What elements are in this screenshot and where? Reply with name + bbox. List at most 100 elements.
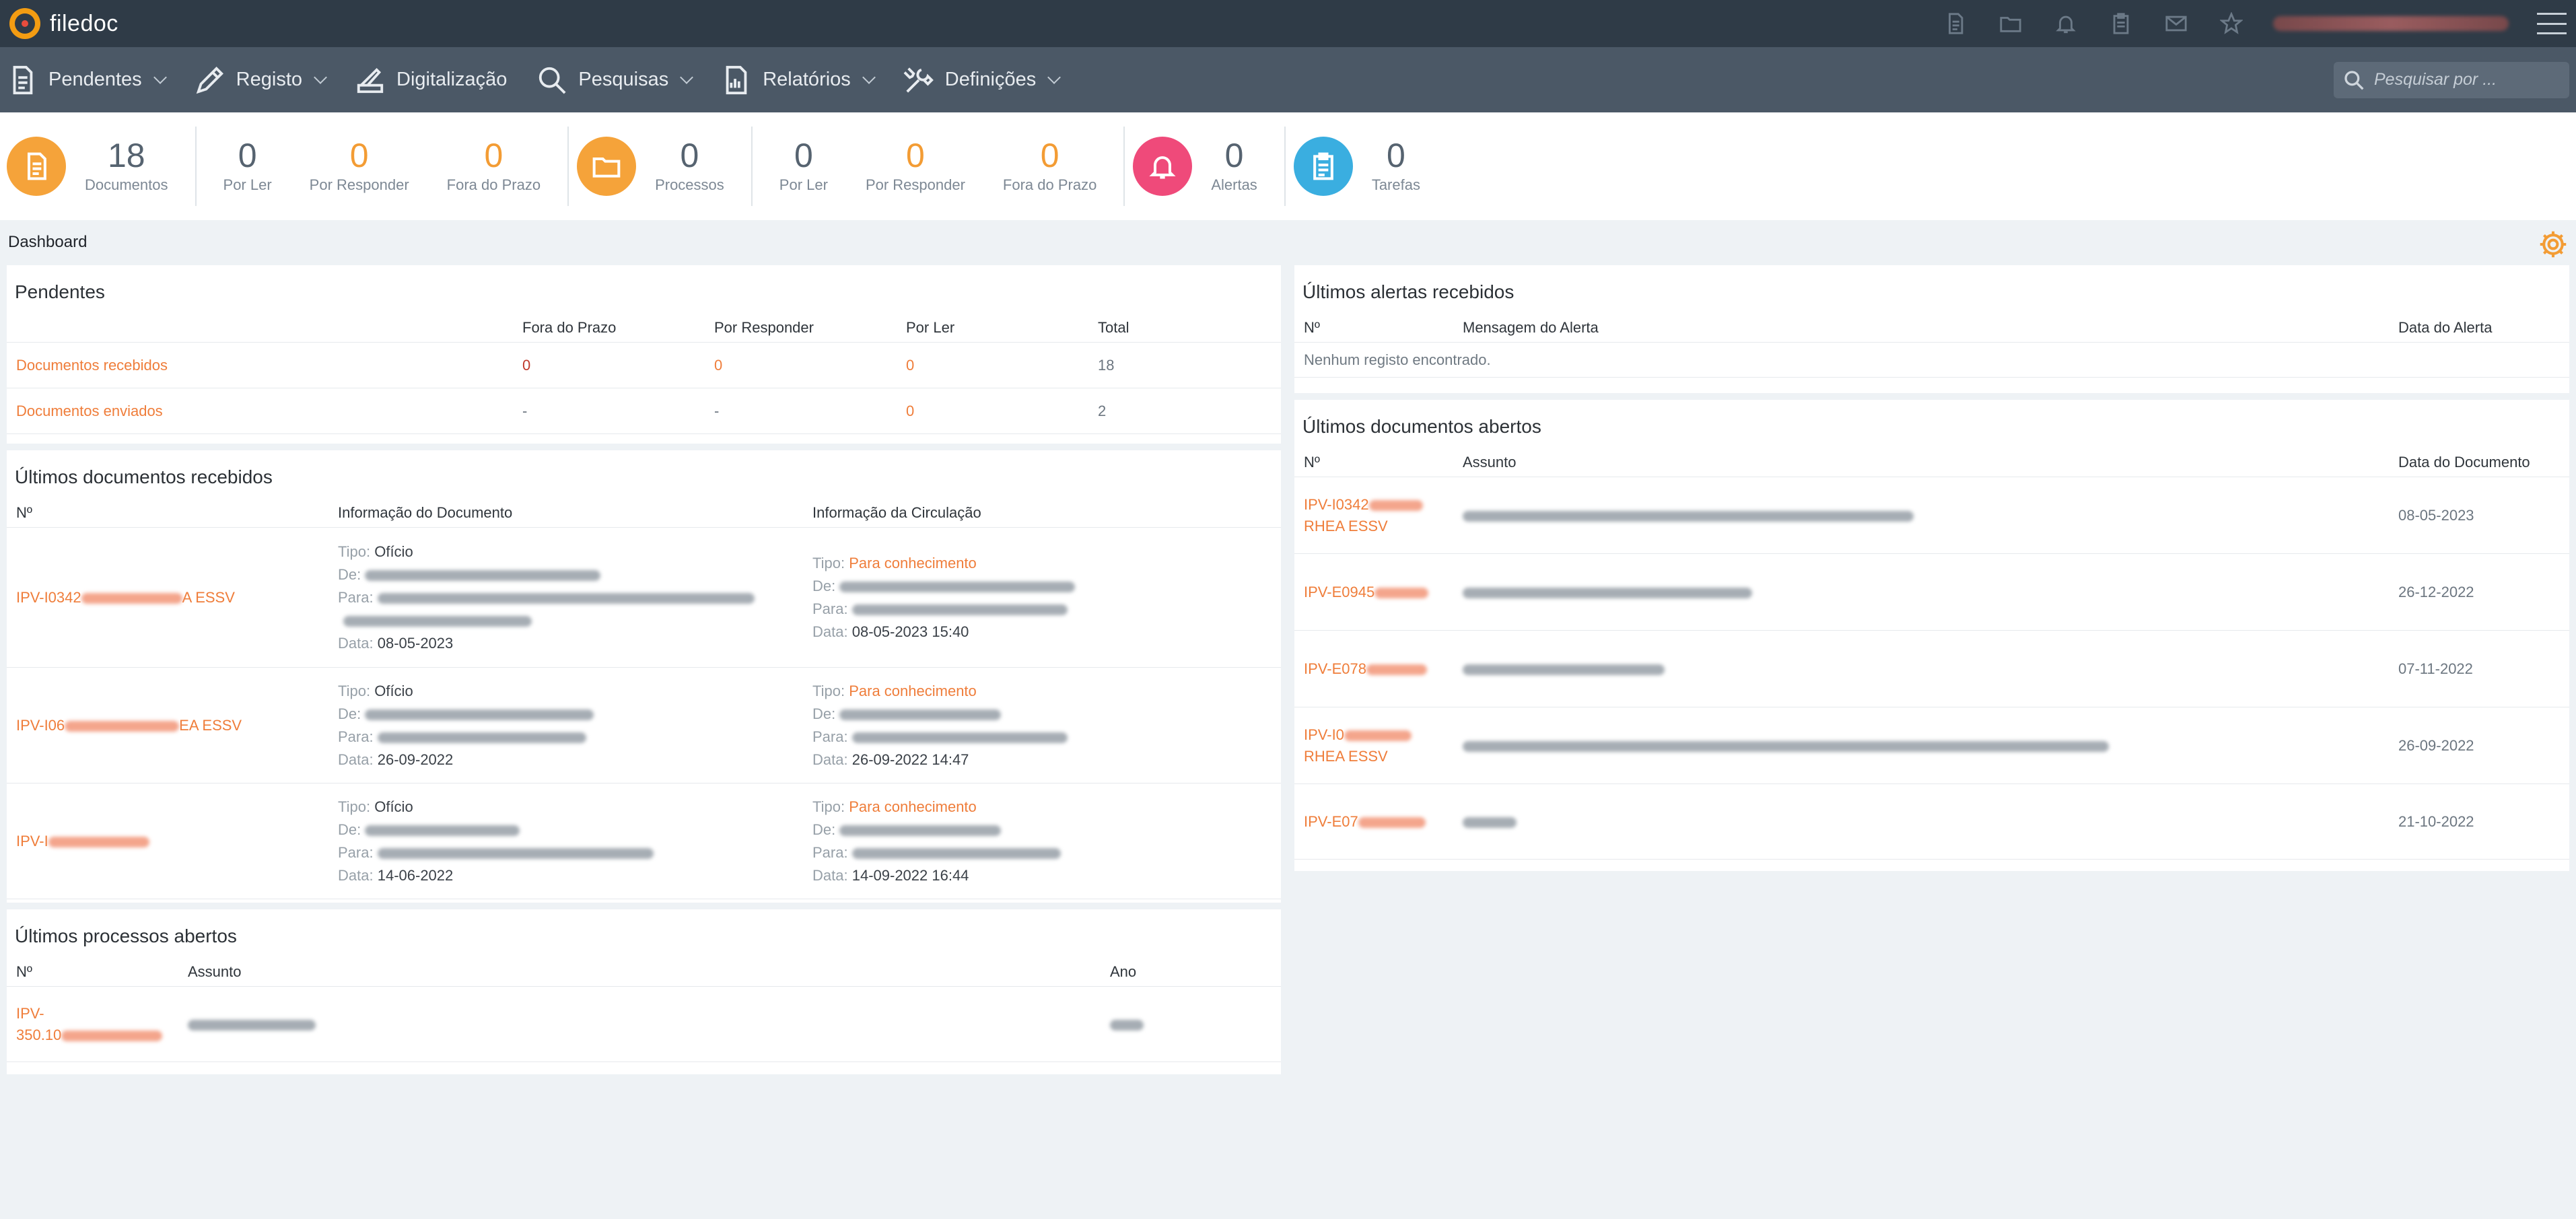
document-number-link[interactable]: IPV-I06 EA ESSV [16, 717, 242, 734]
bell-shortcut-icon[interactable] [2052, 10, 2079, 37]
stat-doc-por-ler[interactable]: 0 Por Ler [205, 139, 291, 194]
document-subject-redacted [1463, 510, 1914, 522]
por-ler-value[interactable]: 0 [906, 357, 914, 374]
app-logo[interactable]: filedoc [9, 8, 118, 39]
document-number-link[interactable]: IPV-I [16, 833, 149, 849]
global-search[interactable] [2334, 61, 2569, 98]
mail-shortcut-icon[interactable] [2163, 10, 2190, 37]
document-number-link[interactable]: IPV-I0342 RHEA ESSV [1304, 494, 1444, 537]
nav-relatorios[interactable]: Relatórios [721, 47, 876, 112]
star-favorites-icon[interactable] [2218, 10, 2245, 37]
table-row[interactable]: IPV-I0342 A ESSV Tipo: Ofício De: Para: D… [7, 527, 1281, 668]
column-header: Por Responder [705, 314, 897, 343]
table-row[interactable]: IPV-E078 07-11-2022 [1294, 630, 2569, 707]
stat-value: 0 [349, 137, 369, 174]
panel-title: Últimos documentos recebidos [15, 466, 273, 487]
ultimos-docs-abertos-panel: Últimos documentos abertos Nº Assunto Da… [1294, 400, 2569, 871]
hamburger-menu-icon[interactable] [2537, 13, 2567, 34]
nav-digitalizacao[interactable]: Digitalização [355, 47, 507, 112]
table-row: Documentos enviados - - 0 2 [7, 388, 1281, 434]
table-row[interactable]: IPV-I Tipo: Ofício De: Para: Data: 14-06… [7, 783, 1281, 899]
processos-table: Nº Assunto Ano IPV- 350.10 [7, 958, 1281, 1062]
nav-registo[interactable]: Registo [195, 47, 327, 112]
column-header: Data do Alerta [2389, 314, 2569, 343]
left-column: Pendentes Fora do Prazo Por Responder Po… [7, 265, 1281, 1074]
column-header: Nº [7, 499, 328, 528]
table-row[interactable]: IPV-I0342 RHEA ESSV 08-05-2023 [1294, 477, 2569, 554]
stat-label: Alertas [1211, 176, 1257, 193]
table-row[interactable]: IPV-E07 21-10-2022 [1294, 783, 2569, 860]
stat-value: 0 [1040, 137, 1059, 174]
column-header: Informação do Documento [328, 499, 803, 528]
column-header: Ano [1101, 958, 1281, 987]
process-number-link[interactable]: IPV- 350.10 [16, 1003, 169, 1046]
tasks-stat-icon[interactable] [1293, 137, 1353, 196]
stat-value: 0 [794, 137, 813, 174]
stat-documentos[interactable]: 18 Documentos [66, 139, 187, 194]
nav-pendentes[interactable]: Pendentes [7, 47, 167, 112]
user-name-redacted[interactable] [2273, 16, 2509, 31]
stat-value: 18 [107, 137, 145, 174]
stat-label: Processos [655, 176, 724, 193]
document-subject-redacted [1463, 740, 2109, 752]
document-date: 07-11-2022 [2398, 660, 2473, 677]
stat-proc-por-ler[interactable]: 0 Por Ler [761, 139, 847, 194]
folder-shortcut-icon[interactable] [1997, 10, 2024, 37]
chevron-down-icon [680, 70, 694, 84]
stat-doc-fora-prazo[interactable]: 0 Fora do Prazo [428, 139, 559, 194]
document-number-link[interactable]: IPV-E078 [1304, 660, 1444, 678]
por-responder-value[interactable]: 0 [714, 357, 722, 374]
column-header: Data do Documento [2389, 448, 2569, 477]
nav-registo-label: Registo [236, 69, 302, 90]
clipboard-shortcut-icon[interactable] [2108, 10, 2134, 37]
table-row[interactable]: IPV-I06 EA ESSV Tipo: Ofício De: Para: Da… [7, 667, 1281, 783]
documentos-recebidos-link[interactable]: Documentos recebidos [16, 357, 168, 374]
table-row[interactable]: IPV-E0945 26-12-2022 [1294, 553, 2569, 631]
recebidos-table: Nº Informação do Documento Informação da… [7, 499, 1281, 899]
documents-shortcut-icon[interactable] [1942, 10, 1969, 37]
nav-pesquisas[interactable]: Pesquisas [536, 47, 694, 112]
stat-label: Fora do Prazo [446, 176, 541, 193]
page-title: Dashboard [8, 233, 88, 251]
fora-prazo-value: - [522, 402, 528, 419]
stat-label: Tarefas [1371, 176, 1420, 193]
alerts-stat-icon[interactable] [1133, 137, 1193, 196]
nav-definicoes[interactable]: Definições [903, 47, 1061, 112]
panel-title: Pendentes [15, 281, 105, 302]
stat-tarefas[interactable]: 0 Tarefas [1353, 139, 1439, 194]
stat-proc-fora-prazo[interactable]: 0 Fora do Prazo [984, 139, 1115, 194]
stat-proc-por-responder[interactable]: 0 Por Responder [847, 139, 984, 194]
documents-stat-icon[interactable] [7, 137, 66, 196]
stat-doc-por-responder[interactable]: 0 Por Responder [291, 139, 428, 194]
panel-title: Últimos documentos abertos [1302, 416, 1541, 437]
gear-icon[interactable] [2538, 230, 2568, 259]
por-ler-value[interactable]: 0 [906, 403, 914, 419]
document-number-link[interactable]: IPV-I0 RHEA ESSV [1304, 724, 1444, 767]
table-row[interactable]: IPV-I0 RHEA ESSV 26-09-2022 [1294, 707, 2569, 784]
circulation-info: Tipo: Para conhecimento De: Para: Data: … [812, 552, 1272, 643]
documentos-enviados-link[interactable]: Documentos enviados [16, 403, 163, 419]
total-value: 18 [1098, 356, 1115, 374]
stat-alertas[interactable]: 0 Alertas [1192, 139, 1276, 194]
top-bar-actions [1942, 10, 2567, 37]
processes-stat-icon[interactable] [577, 137, 637, 196]
document-number-link[interactable]: IPV-E07 [1304, 813, 1444, 831]
fora-prazo-value[interactable]: 0 [522, 357, 530, 374]
top-bar: filedoc [0, 0, 2576, 47]
panel-title: Últimos processos abertos [15, 926, 237, 946]
document-number-link[interactable]: IPV-E0945 [1304, 584, 1444, 601]
document-number-link[interactable]: IPV-I0342 A ESSV [16, 589, 235, 606]
chevron-down-icon [153, 70, 167, 84]
stat-value: 0 [238, 137, 257, 174]
stat-value: 0 [1224, 137, 1244, 174]
document-date: 21-10-2022 [2398, 812, 2474, 830]
nav-digitalizacao-label: Digitalização [396, 69, 508, 90]
panel-title: Últimos alertas recebidos [1302, 281, 1515, 302]
table-row[interactable]: IPV- 350.10 [7, 986, 1281, 1062]
divider [751, 127, 753, 206]
column-header: Por Ler [897, 314, 1088, 343]
search-icon [539, 67, 566, 94]
search-input[interactable] [2374, 70, 2549, 90]
column-header [7, 314, 513, 343]
stat-processos[interactable]: 0 Processos [636, 139, 743, 194]
